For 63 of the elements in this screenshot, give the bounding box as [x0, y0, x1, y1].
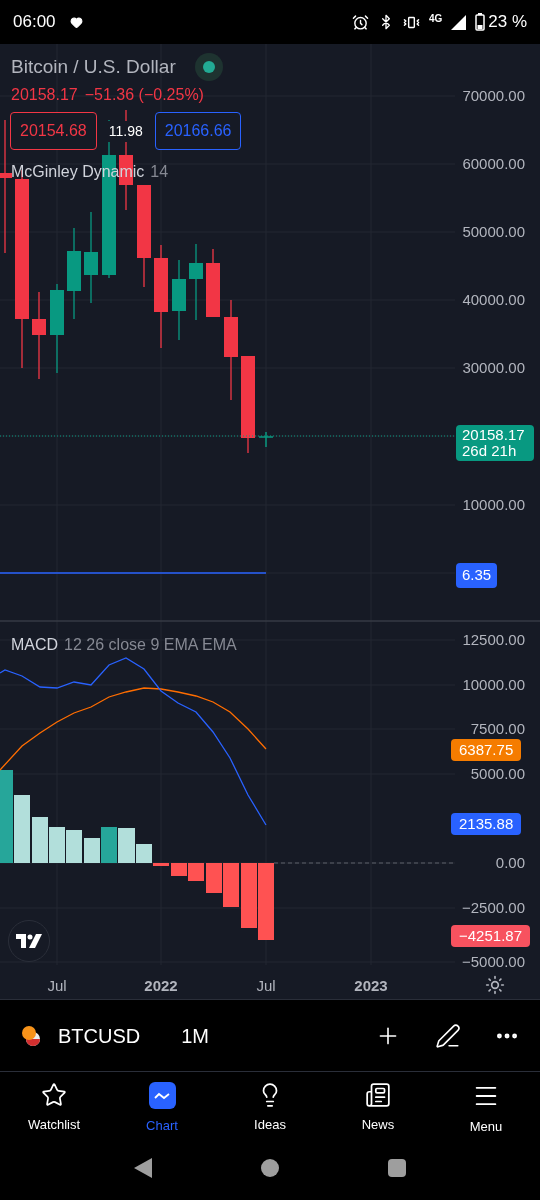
- battery-level: 23 %: [488, 11, 527, 34]
- macd-axis-label: 10000.00: [462, 676, 525, 694]
- bid-price[interactable]: 20154.68: [10, 112, 97, 150]
- nav-tab[interactable]: Ideas: [216, 1082, 324, 1139]
- clock-time: 06:00: [13, 11, 56, 34]
- macd-axis-label: 0.00: [495, 854, 525, 872]
- symbol-name[interactable]: BTCUSD: [58, 1020, 141, 1051]
- price-axis-label: 40000.00: [462, 291, 525, 309]
- indicator-params: 14: [150, 162, 169, 182]
- price-axis-label: 50000.00: [462, 223, 525, 241]
- home-icon[interactable]: [261, 1159, 279, 1177]
- price-axis-label: 30000.00: [462, 359, 525, 377]
- indicator-value-label: 6.35: [456, 563, 498, 588]
- pen-icon[interactable]: [435, 1022, 461, 1049]
- histogram-bar: [171, 863, 187, 876]
- last-price-label: 20158.17 26d 21h: [456, 425, 534, 461]
- star-icon: [41, 1082, 67, 1108]
- candlestick: [206, 248, 220, 318]
- time-axis-label: Jul: [47, 976, 67, 996]
- value-label: 2135.88: [451, 813, 522, 835]
- nav-tab[interactable]: Menu: [432, 1082, 540, 1139]
- ask-price[interactable]: 20166.66: [154, 112, 242, 150]
- symbol-title: Bitcoin / U.S. Dollar: [11, 55, 176, 79]
- macd-axis-label: 5000.00: [470, 765, 525, 783]
- time-axis-label: Jul: [256, 976, 276, 996]
- value-label: −4251.87: [451, 925, 530, 947]
- current-candle-mark: [258, 431, 274, 448]
- battery-icon: [475, 13, 486, 31]
- price-axis-label: 70000.00: [462, 87, 525, 105]
- tradingview-logo[interactable]: [8, 920, 50, 962]
- time-axis-label: 2023: [354, 976, 388, 996]
- price-axis-label: 10000.00: [462, 496, 525, 514]
- histogram-bar: [188, 863, 204, 881]
- histogram-bar: [49, 827, 65, 863]
- chart-tile-icon: [148, 1082, 176, 1109]
- settings-icon[interactable]: [485, 975, 505, 995]
- macd-axis-label: −2500.00: [462, 899, 525, 917]
- histogram-bar: [14, 795, 30, 863]
- last-price: 20158.17: [11, 85, 78, 105]
- recents-icon[interactable]: [387, 1159, 406, 1177]
- alarm-icon: [351, 13, 369, 31]
- time-axis-label: 2022: [144, 976, 178, 996]
- macd-name: MACD: [11, 635, 59, 655]
- price-axis-label: 60000.00: [462, 155, 525, 173]
- nav-tab[interactable]: Watchlist: [0, 1082, 108, 1139]
- newspaper-icon: [365, 1082, 391, 1108]
- spread-value: 11.98: [107, 120, 144, 142]
- interval[interactable]: 1M: [181, 1020, 210, 1051]
- macd-axis-label: 7500.00: [470, 720, 525, 738]
- heart-icon: [69, 15, 83, 29]
- histogram-bar: [66, 830, 82, 863]
- network-type: 4G: [428, 11, 443, 26]
- nav-tab[interactable]: News: [324, 1082, 432, 1139]
- macd-axis-label: −5000.00: [462, 953, 525, 971]
- signal-icon: [451, 14, 467, 30]
- nav-tab[interactable]: Chart: [108, 1082, 216, 1139]
- back-icon[interactable]: [134, 1158, 153, 1178]
- price-change: −51.36 (−0.25%): [84, 85, 204, 105]
- macd-axis-label: 12500.00: [462, 631, 525, 649]
- value-label: 6387.75: [451, 739, 522, 761]
- histogram-bar: [241, 863, 257, 928]
- macd-params: 12 26 close 9 EMA EMA: [64, 635, 237, 655]
- histogram-bar: [32, 817, 48, 863]
